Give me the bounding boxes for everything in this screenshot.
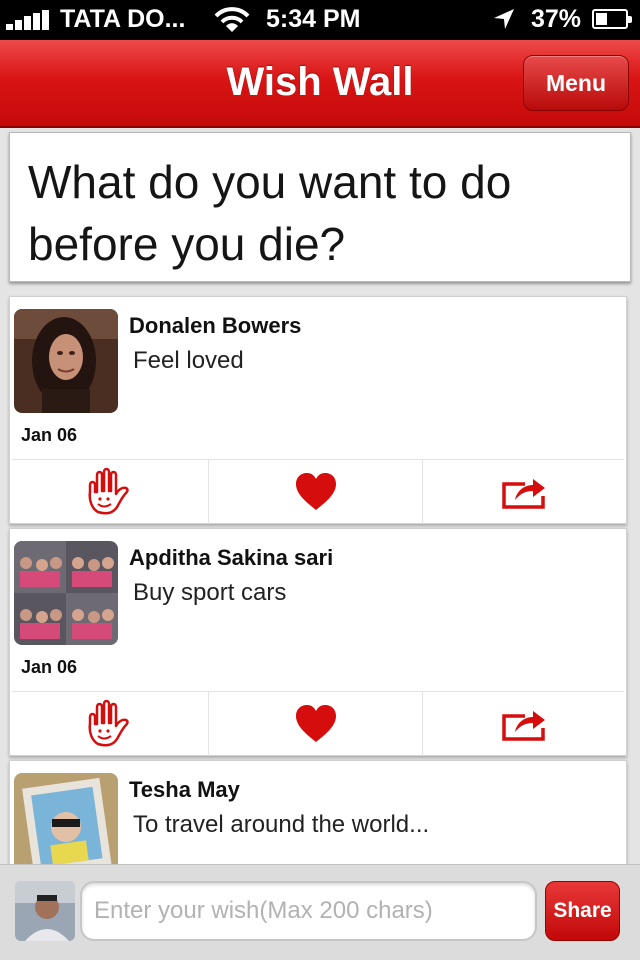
location-arrow-icon xyxy=(494,9,514,29)
like-button[interactable] xyxy=(209,692,423,756)
wish-input[interactable] xyxy=(80,881,537,941)
battery-percentage: 37% xyxy=(531,5,582,33)
wish-actions xyxy=(12,691,624,756)
navigation-bar: Wish Wall Menu xyxy=(0,40,640,128)
wifi-icon xyxy=(214,7,250,32)
user-name[interactable]: Apditha Sakina sari xyxy=(129,545,333,571)
clock: 5:34 PM xyxy=(266,5,361,33)
high-five-button[interactable] xyxy=(12,460,209,524)
heart-icon xyxy=(295,705,336,742)
wish-card: Apditha Sakina sari Buy sport cars Jan 0… xyxy=(9,528,627,756)
avatar[interactable] xyxy=(14,541,118,645)
wish-date: Jan 06 xyxy=(21,657,78,677)
signal-strength-icon xyxy=(6,10,50,30)
share-icon xyxy=(501,479,545,509)
wish-card: Donalen Bowers Feel loved Jan 06 xyxy=(9,296,627,524)
share-button[interactable]: Share xyxy=(545,881,620,941)
question-banner: What do you want to do before you die? xyxy=(9,132,631,282)
battery-icon xyxy=(592,9,632,29)
question-text: What do you want to do before you die? xyxy=(28,156,512,270)
avatar[interactable] xyxy=(14,773,118,864)
wish-text: Feel loved xyxy=(133,347,244,374)
wish-actions xyxy=(12,459,624,524)
compose-bar: Share xyxy=(0,864,640,960)
wish-text: To travel around the world... xyxy=(133,811,430,838)
user-name[interactable]: Donalen Bowers xyxy=(129,313,301,339)
wish-text: Buy sport cars xyxy=(133,579,287,606)
high-five-button[interactable] xyxy=(12,692,209,756)
share-wish-button[interactable] xyxy=(423,692,624,756)
hand-icon xyxy=(88,699,129,747)
like-button[interactable] xyxy=(209,460,423,524)
user-name[interactable]: Tesha May xyxy=(129,777,240,803)
current-user-avatar xyxy=(15,881,75,941)
share-icon xyxy=(501,711,545,741)
avatar[interactable] xyxy=(14,309,118,413)
wish-feed[interactable]: Donalen Bowers Feel loved Jan 06 Apditha… xyxy=(0,290,640,864)
carrier-name: TATA DO... xyxy=(60,5,186,33)
wish-date: Jan 06 xyxy=(21,425,78,445)
share-wish-button[interactable] xyxy=(423,460,624,524)
heart-icon xyxy=(295,473,336,510)
menu-button[interactable]: Menu xyxy=(523,55,629,111)
status-bar: TATA DO... 5:34 PM 37% xyxy=(0,0,640,40)
hand-icon xyxy=(88,467,129,515)
wish-card: Tesha May To travel around the world... xyxy=(9,760,627,864)
